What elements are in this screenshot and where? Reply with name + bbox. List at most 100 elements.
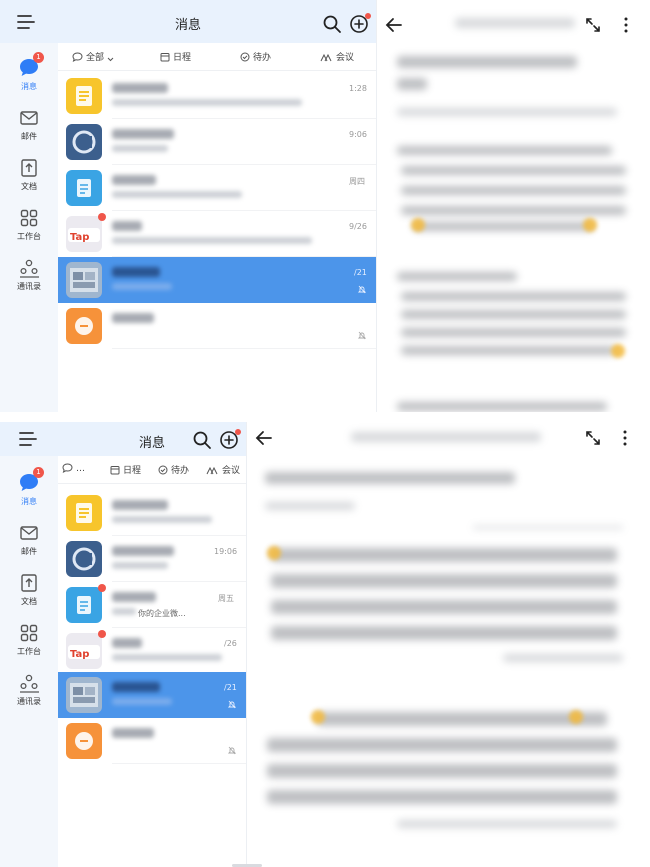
conversation-preview: [112, 283, 172, 290]
filter-schedule-label: 日程: [123, 466, 142, 476]
conversation-name: [112, 83, 168, 93]
calendar-icon: [110, 466, 120, 475]
list-item[interactable]: Tap /26: [58, 628, 246, 674]
article-text-line: [401, 328, 626, 337]
filter-all[interactable]: 全部: [72, 50, 117, 63]
rail-item-docs[interactable]: 文档: [0, 572, 58, 607]
conversation-preview: [112, 237, 312, 244]
more-vertical-icon[interactable]: [622, 430, 628, 446]
grid-icon: [20, 624, 38, 642]
list-item[interactable]: [58, 303, 376, 349]
conversation-time: /21: [224, 683, 237, 692]
rail-item-mail[interactable]: 邮件: [0, 107, 58, 142]
filter-meeting[interactable]: 会议: [320, 50, 354, 63]
filter-todo[interactable]: 待办: [240, 50, 271, 63]
rail-label: 工作台: [17, 647, 41, 656]
filter-all[interactable]: …: [62, 463, 85, 474]
conversation-preview: [112, 698, 172, 705]
expand-icon[interactable]: [585, 17, 601, 33]
contacts-icon: [20, 259, 39, 278]
conversation-name: [112, 129, 174, 139]
calendar-icon: [160, 53, 170, 62]
list-item[interactable]: 周四: [58, 165, 376, 211]
conversation-preview: [112, 145, 168, 152]
list-item[interactable]: [58, 490, 246, 536]
avatar: [66, 124, 102, 160]
add-notification-dot: [235, 429, 241, 435]
rail-label: 工作台: [17, 232, 41, 241]
avatar: [66, 495, 102, 531]
rail-item-contacts[interactable]: 通讯录: [0, 257, 58, 292]
conversation-name: [112, 500, 168, 510]
mail-icon: [20, 111, 38, 125]
article-text-line: [267, 790, 617, 804]
filter-meeting[interactable]: 会议: [206, 463, 240, 476]
unread-dot: [98, 630, 106, 638]
article-text-line: [317, 712, 607, 726]
back-arrow-icon[interactable]: [385, 17, 403, 33]
conversation-time: 19:06: [214, 547, 238, 556]
meeting-icon: [206, 466, 218, 475]
back-arrow-icon[interactable]: [255, 430, 273, 446]
rail-item-workbench[interactable]: 工作台: [0, 207, 58, 242]
conversation-time: 9/26: [349, 222, 367, 231]
conversation-name: [112, 638, 142, 648]
emoji-icon: [611, 344, 625, 358]
article-text-line: [271, 548, 617, 562]
article-text-line: [397, 402, 607, 411]
article-text-line: [271, 600, 617, 614]
rail-item-docs[interactable]: 文档: [0, 157, 58, 192]
list-item-selected[interactable]: /21: [58, 257, 376, 303]
rail-item-messages[interactable]: 1 消息: [0, 467, 58, 507]
avatar: [66, 677, 102, 713]
avatar: [66, 170, 102, 206]
expand-icon[interactable]: [585, 430, 601, 446]
conversation-name: [112, 267, 160, 277]
rail-label: 通讯录: [17, 697, 41, 706]
rail-item-messages[interactable]: 1 消息: [0, 52, 58, 92]
list-item[interactable]: [58, 718, 246, 764]
more-vertical-icon[interactable]: [623, 17, 629, 33]
list-item[interactable]: 19:06: [58, 536, 246, 582]
rail-item-mail[interactable]: 邮件: [0, 522, 58, 557]
search-icon[interactable]: [192, 430, 212, 450]
bottom-panel: 消息 1 消息 邮件 文档 工作台 通讯录 … 日程 待办 会议 19:06 你…: [0, 422, 650, 867]
conversation-time: 1:28: [349, 84, 367, 93]
rail-label: 消息: [21, 82, 37, 91]
emoji-icon: [411, 218, 425, 232]
page-title: 消息: [174, 18, 201, 33]
conversation-preview: [112, 654, 222, 661]
list-item[interactable]: 9:06: [58, 119, 376, 165]
message-detail-pane: [376, 0, 650, 412]
conversation-name: [112, 728, 154, 738]
emoji-icon: [569, 710, 583, 724]
article-title-line: [397, 56, 577, 68]
chat-outline-icon: [62, 463, 73, 473]
conversation-name: [112, 313, 154, 323]
filter-schedule[interactable]: 日程: [160, 50, 191, 63]
emoji-icon: [267, 546, 281, 560]
rail-item-workbench[interactable]: 工作台: [0, 622, 58, 657]
article-text-line: [271, 574, 617, 588]
article-text-line: [397, 146, 612, 155]
grid-icon: [20, 209, 38, 227]
row-divider: [112, 348, 376, 349]
article-text-line: [401, 186, 626, 195]
list-item[interactable]: 你的企业微... 周五: [58, 582, 246, 628]
list-item-selected[interactable]: /21: [58, 672, 246, 718]
filter-meeting-label: 会议: [222, 466, 241, 476]
emoji-icon: [583, 218, 597, 232]
filter-todo[interactable]: 待办: [158, 463, 189, 476]
avatar: [66, 78, 102, 114]
conversation-name: [112, 682, 160, 692]
list-item[interactable]: 1:28: [58, 73, 376, 119]
article-text-line: [271, 626, 617, 640]
conversation-name: [112, 592, 156, 602]
article-text-line: [401, 206, 626, 215]
article-text-line: [413, 222, 593, 231]
conversation-preview: [112, 608, 136, 615]
list-item[interactable]: Tap 9/26: [58, 211, 376, 257]
filter-schedule[interactable]: 日程: [110, 463, 141, 476]
rail-item-contacts[interactable]: 通讯录: [0, 672, 58, 707]
search-icon[interactable]: [322, 14, 342, 34]
